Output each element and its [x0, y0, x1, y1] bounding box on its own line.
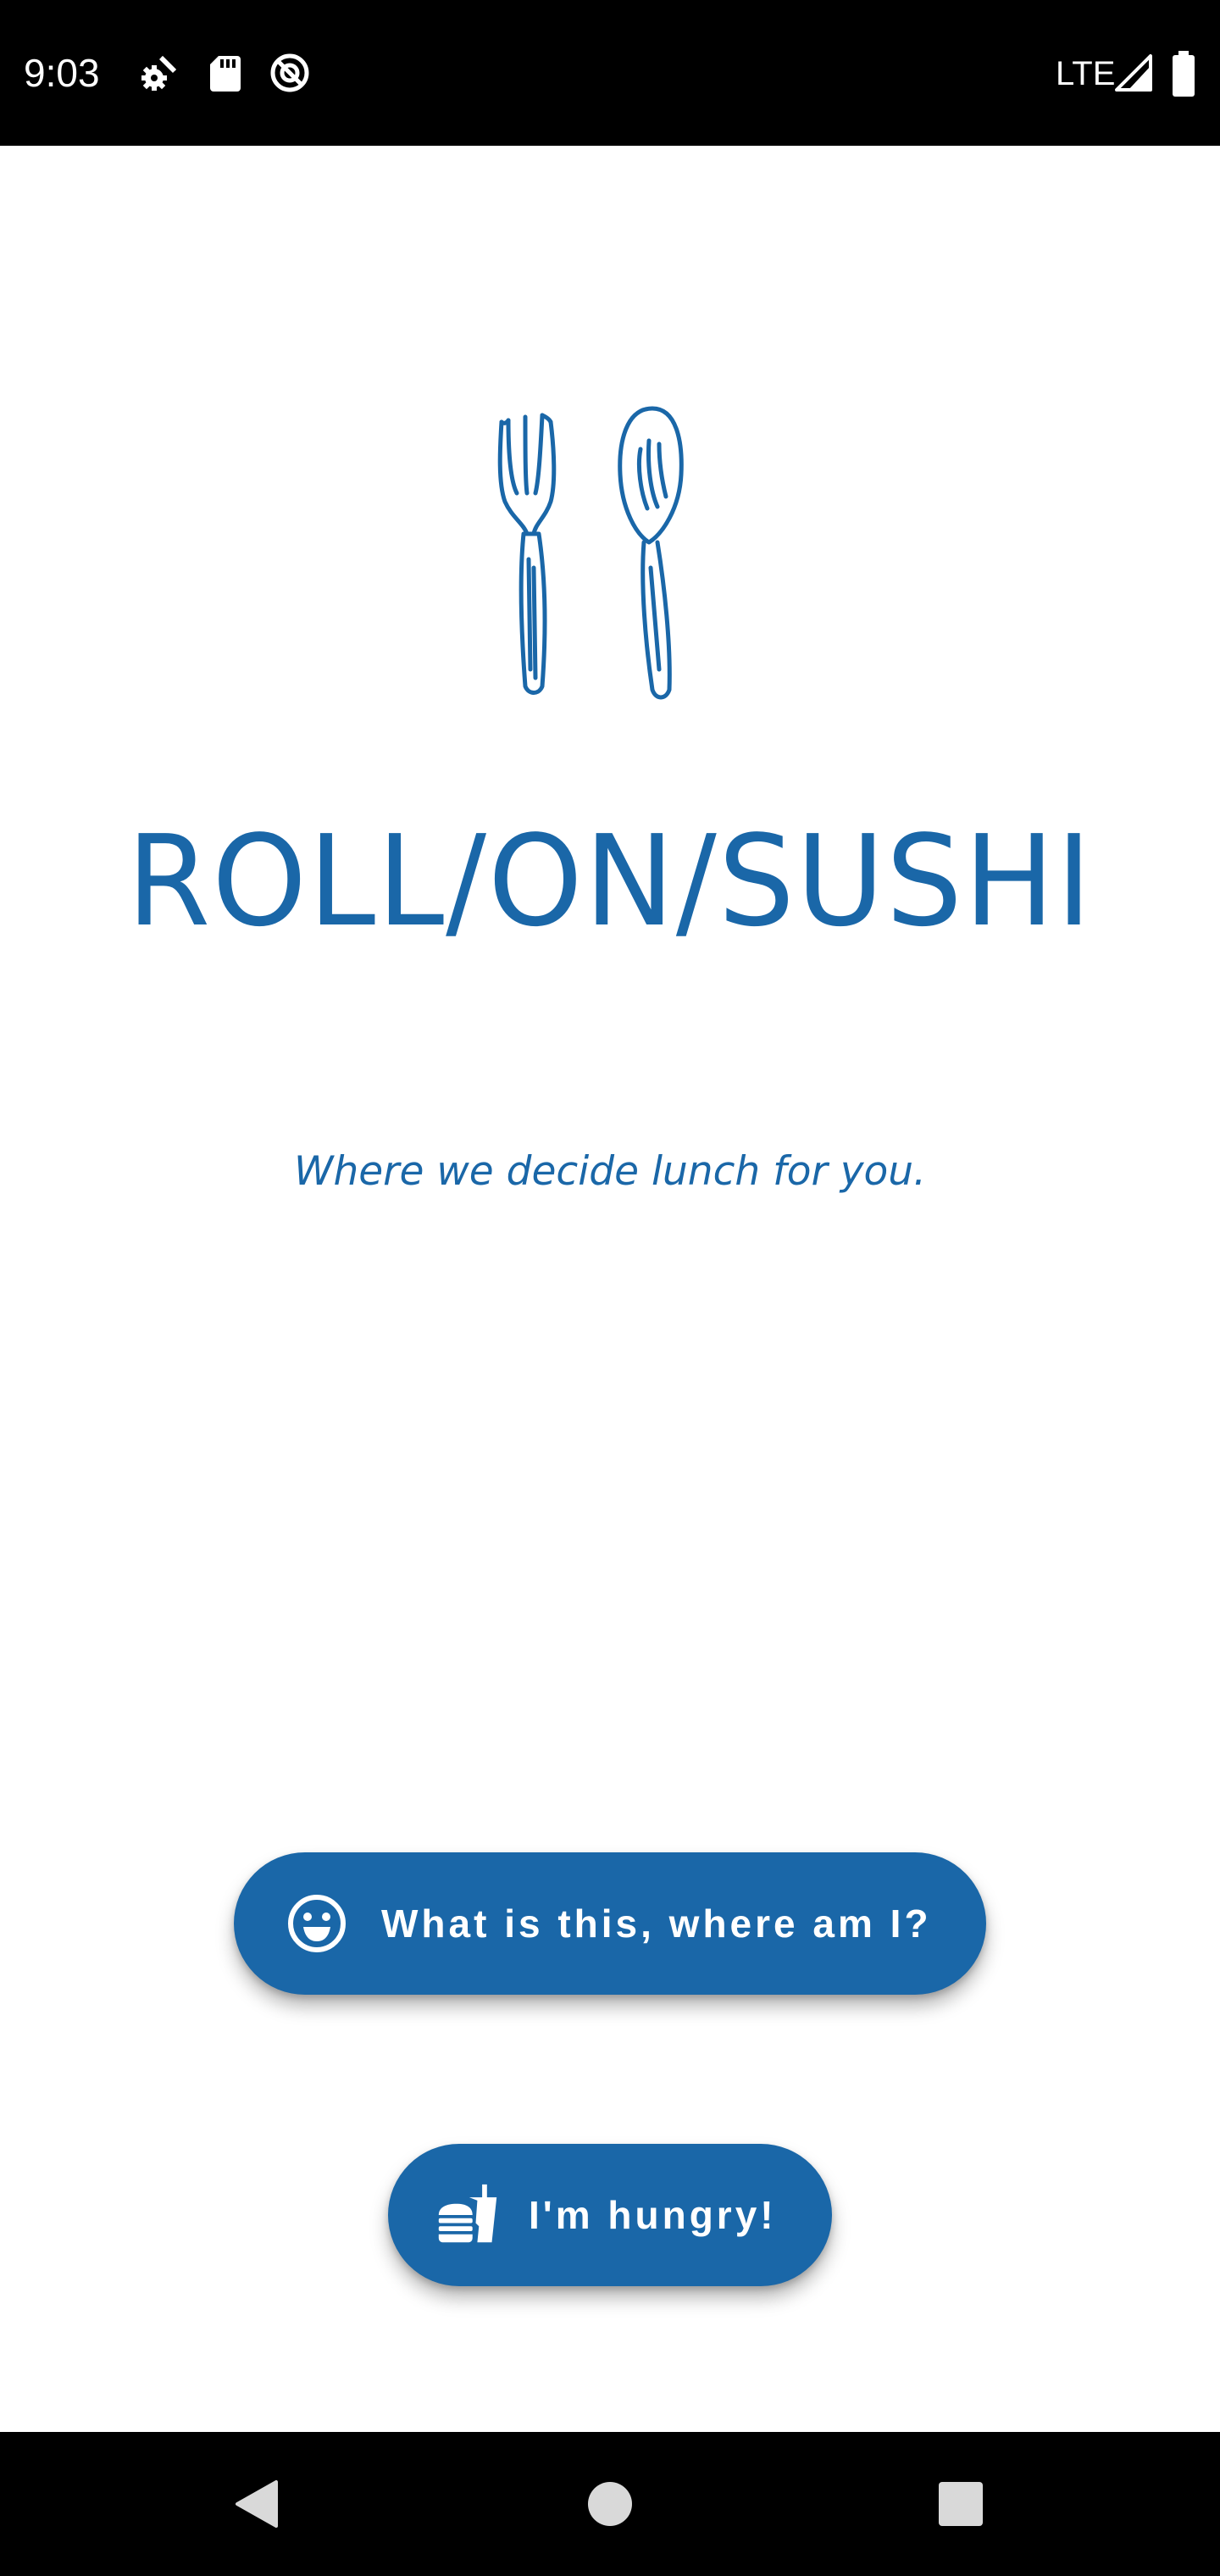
- what-is-this-label: What is this, where am I?: [381, 1901, 932, 1946]
- no-tracking-icon: [270, 53, 309, 92]
- im-hungry-label: I'm hungry!: [529, 2193, 777, 2237]
- battery-icon: [1173, 51, 1195, 97]
- fast-food-icon: [438, 2184, 497, 2243]
- im-hungry-button[interactable]: I'm hungry!: [388, 2144, 832, 2286]
- what-is-this-button[interactable]: What is this, where am I?: [234, 1852, 986, 1995]
- smiley-face-icon: [288, 1895, 346, 1952]
- status-time: 9:03: [24, 51, 100, 95]
- home-icon[interactable]: [581, 2475, 639, 2533]
- fork-spoon-icon: [497, 406, 684, 700]
- recents-icon[interactable]: [932, 2475, 990, 2533]
- app-title: ROLL/ON/SUSHI: [126, 808, 1094, 954]
- signal-icon: [1115, 54, 1152, 92]
- sd-card-icon: [210, 56, 241, 92]
- back-icon[interactable]: [229, 2475, 286, 2533]
- status-bar: 9:03 LTE: [0, 0, 1220, 146]
- network-type: LTE: [1056, 55, 1116, 92]
- settings-gear-icon: [141, 56, 176, 91]
- tagline: Where we decide lunch for you.: [293, 1148, 927, 1195]
- app-screen: 9:03 LTE ROLL/ON/SUSHI Where we decide l…: [0, 0, 1220, 2576]
